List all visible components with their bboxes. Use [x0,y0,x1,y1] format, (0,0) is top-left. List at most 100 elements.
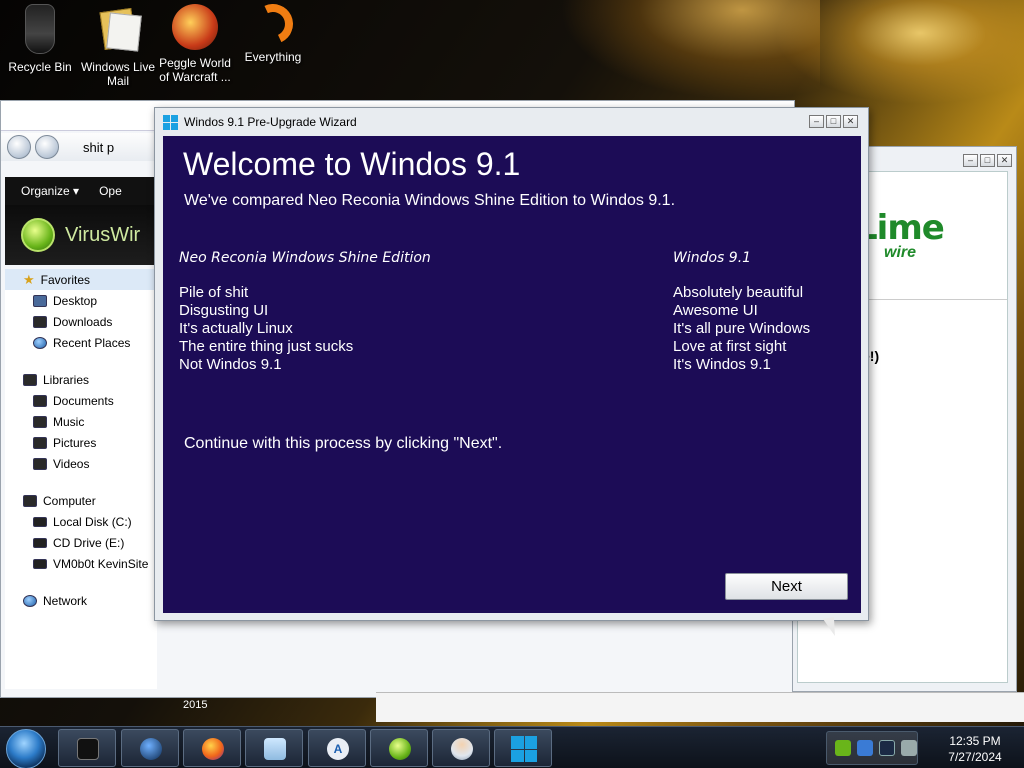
tray-volume-icon[interactable] [901,740,917,756]
comparison-right-column: Windos 9.1 Absolutely beautiful Awesome … [673,250,853,374]
desktop-icon-label: Recycle Bin [8,60,72,74]
minimize-icon[interactable]: – [809,115,824,128]
left-column-item: Disgusting UI [179,302,269,319]
nav-favorites[interactable]: ★ Favorites [5,269,157,290]
nav-computer[interactable]: Computer [5,490,157,511]
right-column-item: Absolutely beautiful [673,284,804,301]
nav-local-disk[interactable]: Local Disk (C:) [5,511,157,532]
desktop-icon [33,294,47,307]
desktop-icon-label: Everything [244,50,302,64]
right-column-item: It's Windos 9.1 [673,356,771,373]
maximize-icon[interactable]: □ [980,154,995,167]
nav-desktop[interactable]: Desktop [5,290,157,311]
taskbar-item-firefox[interactable] [183,729,241,767]
organize-button[interactable]: Organize ▾ [21,184,79,198]
nav-videos[interactable]: Videos [5,453,157,474]
nav-network[interactable]: Network [5,590,157,611]
left-column-item: The entire thing just sucks [179,338,354,355]
lime-logo-icon [21,218,55,252]
folder-icon [77,738,99,760]
desktop-icon-peggle[interactable]: Peggle World of Warcraft ... [155,4,235,84]
address-text[interactable]: shit p [83,140,114,155]
cd-drive-icon [33,537,47,548]
wizard-titlebar[interactable]: Windos 9.1 Pre-Upgrade Wizard [155,108,868,136]
wizard-window-controls: – □ ✕ [809,115,858,128]
taskbar-item-limewire[interactable] [370,729,428,767]
network-drive-icon [33,558,47,569]
libraries-icon [23,373,37,386]
taskbar-clock[interactable]: 12:35 PM 7/27/2024 [930,733,1020,765]
window-controls: – □ ✕ [963,154,1012,167]
wallpaper-glow-secondary [560,0,820,100]
wizard-body: Welcome to Windos 9.1 We've compared Neo… [163,136,861,613]
tray-network-icon[interactable] [857,740,873,756]
taskbar-item-store[interactable]: A [308,729,366,767]
limewire-logo-sub: wire [884,244,917,261]
taskbar-item-wizard[interactable] [494,729,552,767]
close-icon[interactable]: ✕ [997,154,1012,167]
clock-date: 7/27/2024 [948,750,1002,764]
nav-downloads[interactable]: Downloads [5,311,157,332]
recycle-bin-icon [25,4,55,54]
nav-documents[interactable]: Documents [5,390,157,411]
nav-libraries[interactable]: Libraries [5,369,157,390]
music-icon [33,415,47,428]
doctor-icon [451,738,473,760]
right-column-item: It's all pure Windows [673,320,811,337]
next-button[interactable]: Next [725,573,848,600]
desktop-icon-windows-live-mail[interactable]: Windows Live Mail [78,4,158,88]
nav-label: CD Drive (E:) [53,535,125,550]
downloads-icon [33,315,47,328]
right-column-item: Love at first sight [673,338,787,355]
navigation-pane: ★ Favorites Desktop Downloads Recent Pla… [5,269,157,689]
left-column-header: Neo Reconia Windows Shine Edition [179,250,431,266]
right-column-header: Windos 9.1 [673,250,752,266]
nav-label: Documents [53,393,114,408]
left-column-item: Not Windos 9.1 [179,356,282,373]
nav-recent-places[interactable]: Recent Places [5,332,157,353]
nav-pictures[interactable]: Pictures [5,432,157,453]
taskbar-item-doctor[interactable] [432,729,490,767]
taskbar-item-media[interactable] [121,729,179,767]
taskbar-item-explorer[interactable] [58,729,116,767]
system-tray [826,731,918,765]
nav-label: Recent Places [53,335,131,350]
explorer-toolbar: Organize ▾ Ope [5,177,157,205]
tray-monitor-icon[interactable] [879,740,895,756]
forward-arrow-icon[interactable] [35,135,59,159]
continue-instruction: Continue with this process by clicking "… [184,435,503,452]
desktop-icon-everything[interactable]: Everything [233,0,313,64]
back-arrow-icon[interactable] [7,135,31,159]
wizard-heading: Welcome to Windos 9.1 [183,146,521,182]
documents-icon [33,394,47,407]
nav-label: Downloads [53,314,113,329]
everything-search-icon [247,0,299,50]
nav-label: VM0b0t KevinSite [53,556,149,571]
comparison-left-column: Neo Reconia Windows Shine Edition Pile o… [179,250,509,374]
nav-label: Network [43,593,88,608]
nav-label: Music [53,414,85,429]
maximize-icon[interactable]: □ [826,115,841,128]
desktop-icon-recycle-bin[interactable]: Recycle Bin [0,4,80,74]
mail-icon [96,4,140,54]
start-button[interactable] [6,729,46,768]
tray-limewire-icon[interactable] [835,740,851,756]
nav-label: Videos [53,456,90,471]
nav-label: Libraries [43,372,90,387]
nav-music[interactable]: Music [5,411,157,432]
nav-label: Desktop [53,293,98,308]
taskbar-item-notes[interactable] [245,729,303,767]
left-column-item: It's actually Linux [179,320,293,337]
limewire-logo: Lime [856,208,945,248]
close-icon[interactable]: ✕ [843,115,858,128]
videos-icon [33,457,47,470]
nav-label: Computer [43,493,96,508]
open-button[interactable]: Ope [99,184,122,198]
pictures-icon [33,436,47,449]
nav-network-drive[interactable]: VM0b0t KevinSite [5,553,157,574]
minimize-icon[interactable]: – [963,154,978,167]
year-label: 2015 [183,699,208,711]
wizard-title: Windos 9.1 Pre-Upgrade Wizard [184,115,357,129]
nav-cd-drive[interactable]: CD Drive (E:) [5,532,157,553]
notepad-icon [264,738,286,760]
